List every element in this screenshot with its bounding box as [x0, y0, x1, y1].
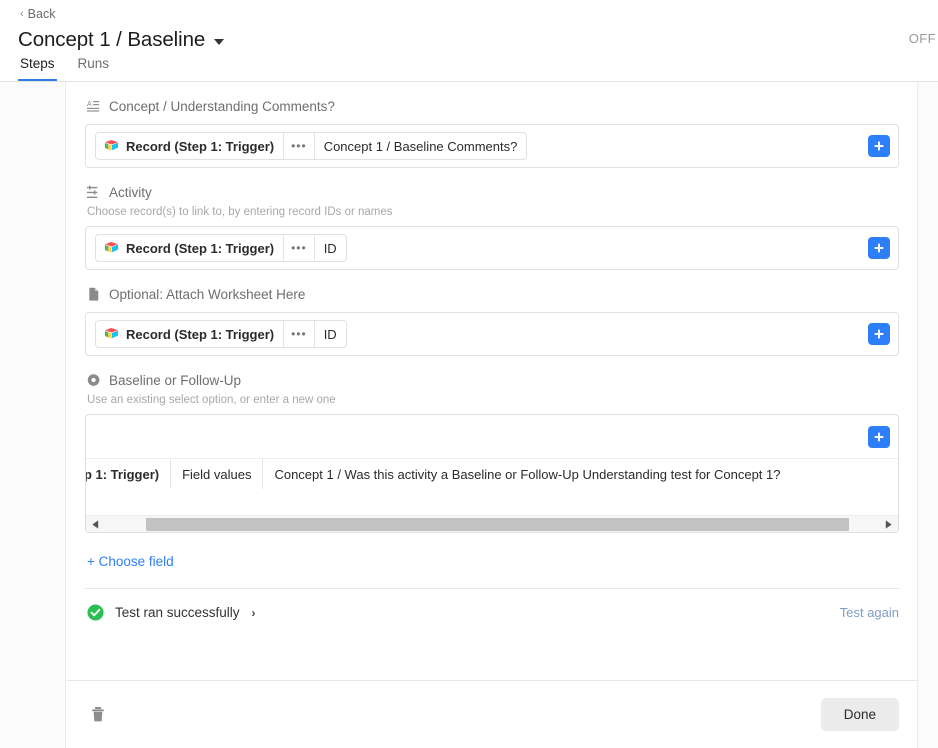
chevron-right-icon: › — [251, 605, 256, 620]
plus-icon — [874, 329, 884, 339]
page-title: Concept 1 / Baseline — [18, 28, 206, 51]
field-attach-worksheet: Optional: Attach Worksheet Here Record (… — [85, 270, 899, 356]
record-token[interactable]: Record (Step 1: Trigger) ••• Concept 1 /… — [95, 132, 528, 160]
field-label-row: Activity — [85, 182, 899, 202]
svg-text:A: A — [87, 101, 92, 108]
tab-runs[interactable]: Runs — [76, 51, 112, 82]
token-scroll-viewport[interactable]: Record (Step 1: Trigger) Field values Co… — [86, 458, 898, 515]
token-source[interactable]: Record (Step 1: Trigger) — [96, 321, 283, 347]
token-value[interactable]: ID — [313, 235, 346, 261]
link-record-icon — [87, 185, 98, 198]
token-separator[interactable]: ••• — [283, 235, 314, 261]
long-text-icon: A — [87, 101, 100, 112]
title-row: Concept 1 / Baseline — [18, 28, 225, 52]
field-label: Activity — [109, 184, 152, 200]
token-separator[interactable]: ••• — [283, 133, 314, 159]
tab-bar: Steps Runs — [18, 51, 112, 82]
field-value-input[interactable]: Record (Step 1: Trigger) ••• ID — [85, 226, 899, 270]
test-status-label: Test ran successfully — [115, 605, 240, 620]
field-help-text: Use an existing select option, or enter … — [87, 394, 336, 406]
field-value-input[interactable]: Record (Step 1: Trigger) ••• ID — [85, 312, 899, 356]
token-source-label: Record (Step 1: Trigger) — [126, 138, 275, 154]
add-value-button[interactable] — [868, 323, 890, 345]
test-again-button[interactable]: Test again — [840, 605, 899, 620]
field-help-text: Choose record(s) to link to, by entering… — [87, 206, 393, 218]
field-baseline-or-followup: Baseline or Follow-Up Use an existing se… — [85, 356, 899, 533]
token-scroll-content: Record (Step 1: Trigger) Field values Co… — [86, 459, 792, 489]
field-label-row: A Concept / Understanding Comments? — [85, 96, 899, 116]
automation-toggle-state[interactable]: OFF — [909, 31, 936, 46]
field-label: Optional: Attach Worksheet Here — [109, 286, 306, 302]
token-source-label: Record (Step 1: Trigger) — [126, 326, 275, 342]
field-activity: Activity Choose record(s) to link to, by… — [85, 168, 899, 270]
token-value[interactable]: Concept 1 / Baseline Comments? — [313, 133, 527, 159]
record-token[interactable]: Record (Step 1: Trigger) ••• ID — [95, 234, 347, 262]
scrollbar-thumb[interactable] — [146, 518, 849, 531]
right-rail — [917, 82, 938, 748]
scroll-cell-source[interactable]: Record (Step 1: Trigger) — [86, 459, 172, 489]
panel-footer: Done — [67, 680, 917, 748]
airtable-cube-icon — [104, 140, 119, 151]
token-source-label: Record (Step 1: Trigger) — [126, 240, 275, 256]
attachment-icon — [89, 287, 99, 301]
scroll-left-arrow-icon[interactable] — [87, 516, 104, 533]
airtable-cube-icon — [104, 328, 119, 339]
field-value-input[interactable]: Record (Step 1: Trigger) ••• Concept 1 /… — [85, 124, 899, 168]
airtable-cube-icon — [104, 242, 119, 253]
choose-field-button[interactable]: + Choose field — [85, 533, 174, 588]
automation-step-editor: ‹ Back Concept 1 / Baseline OFF Steps Ru… — [0, 0, 938, 748]
horizontal-scrollbar[interactable] — [86, 515, 898, 532]
plus-icon — [874, 243, 884, 253]
token-value[interactable]: ID — [313, 321, 346, 347]
token-separator[interactable]: ••• — [283, 321, 314, 347]
field-label-row: Optional: Attach Worksheet Here — [85, 284, 899, 304]
field-label: Concept / Understanding Comments? — [109, 98, 335, 114]
scroll-right-arrow-icon[interactable] — [880, 516, 897, 533]
token-source[interactable]: Record (Step 1: Trigger) — [96, 133, 283, 159]
chevron-down-icon[interactable] — [214, 38, 225, 45]
plus-icon — [874, 141, 884, 151]
record-token[interactable]: Record (Step 1: Trigger) ••• ID — [95, 320, 347, 348]
tab-steps[interactable]: Steps — [18, 51, 57, 81]
field-label: Baseline or Follow-Up — [109, 372, 242, 388]
token-source[interactable]: Record (Step 1: Trigger) — [96, 235, 283, 261]
plus-icon — [874, 432, 884, 441]
done-button[interactable]: Done — [820, 698, 899, 731]
trash-icon[interactable] — [87, 704, 109, 726]
add-value-button[interactable] — [868, 237, 890, 259]
left-rail — [0, 82, 66, 748]
single-select-icon — [87, 373, 100, 386]
test-status-link[interactable]: Test ran successfully › — [87, 604, 256, 621]
field-label-row: Baseline or Follow-Up — [85, 370, 899, 390]
step-config-panel: A Concept / Understanding Comments? Reco… — [67, 82, 917, 748]
top-bar: ‹ Back Concept 1 / Baseline OFF Steps Ru… — [0, 0, 938, 82]
back-button[interactable]: ‹ Back — [18, 4, 57, 24]
back-chevron-icon: ‹ — [20, 7, 24, 20]
select-input-area[interactable] — [86, 415, 898, 458]
add-value-button[interactable] — [868, 135, 890, 157]
scroll-cell-value[interactable]: Concept 1 / Was this activity a Baseline… — [263, 459, 792, 489]
success-check-icon — [87, 604, 104, 621]
back-label: Back — [27, 7, 56, 21]
select-field-input[interactable]: Record (Step 1: Trigger) Field values Co… — [85, 414, 899, 533]
test-result-row: Test ran successfully › Test again — [67, 589, 917, 636]
field-concept-understanding-comments: A Concept / Understanding Comments? Reco… — [85, 82, 899, 168]
scroll-cell-field-values[interactable]: Field values — [171, 459, 264, 489]
add-value-button[interactable] — [868, 425, 890, 448]
field-list: A Concept / Understanding Comments? Reco… — [67, 82, 917, 588]
